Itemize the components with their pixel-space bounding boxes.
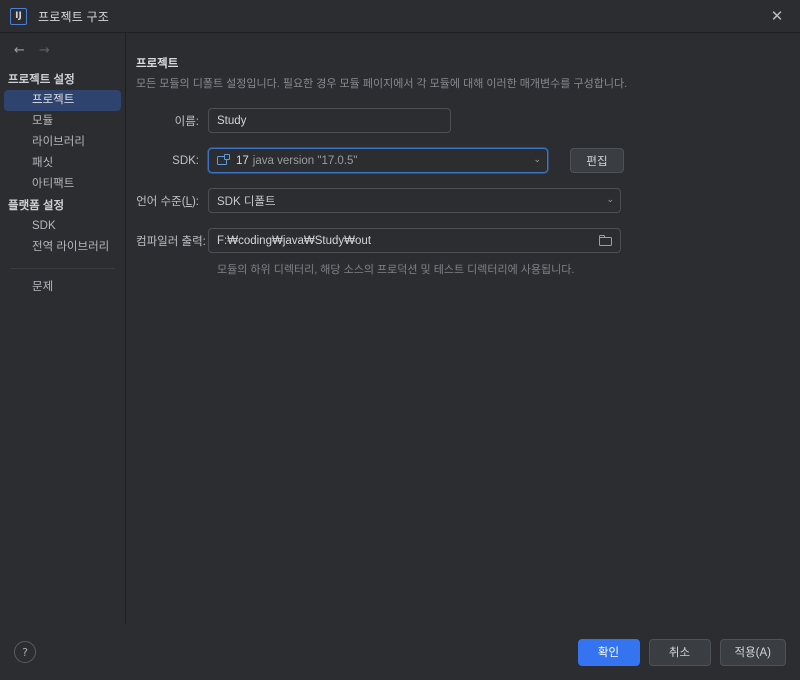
- sidebar-item-global-libraries[interactable]: 전역 라이브러리: [4, 237, 121, 258]
- compiler-output-row: 컴파일러 출력: F:₩coding₩java₩Study₩out: [136, 228, 780, 253]
- edit-sdk-button[interactable]: 편집: [570, 148, 624, 173]
- page-title: 프로젝트: [136, 55, 780, 71]
- sidebar-group-platform-settings: 플랫폼 설정: [0, 195, 125, 216]
- name-input[interactable]: Study: [208, 108, 451, 133]
- window-title: 프로젝트 구조: [38, 8, 109, 25]
- dialog-footer: ? 확인 취소 적용(A): [0, 624, 800, 680]
- compiler-output-value: F:₩coding₩java₩Study₩out: [217, 235, 371, 247]
- language-level-dropdown[interactable]: SDK 디폴트 ⌄: [208, 188, 621, 213]
- sidebar-group-project-settings: 프로젝트 설정: [0, 69, 125, 90]
- sidebar-item-problems[interactable]: 문제: [4, 277, 121, 298]
- folder-icon[interactable]: [599, 235, 612, 246]
- language-level-value: SDK 디폴트: [217, 193, 276, 209]
- compiler-output-input[interactable]: F:₩coding₩java₩Study₩out: [208, 228, 621, 253]
- language-level-row: 언어 수준(L): SDK 디폴트 ⌄: [136, 188, 780, 213]
- sdk-version-number: 17: [236, 155, 249, 167]
- sdk-dropdown[interactable]: 17 java version "17.0.5" ⌄: [208, 148, 548, 173]
- name-label: 이름:: [136, 113, 208, 129]
- ok-button[interactable]: 확인: [578, 639, 640, 666]
- dialog-body: ← → 프로젝트 설정 프로젝트 모듈 라이브러리 패싯 아티팩트 플랫폼 설정…: [0, 32, 800, 624]
- sidebar-item-project[interactable]: 프로젝트: [4, 90, 121, 111]
- chevron-down-icon: ⌄: [525, 156, 541, 165]
- project-structure-dialog: IJ 프로젝트 구조 ✕ ← → 프로젝트 설정 프로젝트 모듈 라이브러리 패…: [0, 0, 800, 680]
- sidebar-item-libraries[interactable]: 라이브러리: [4, 132, 121, 153]
- compiler-output-helper-text: 모듈의 하위 디렉터리, 해당 소스의 프로덕션 및 테스트 디렉터리에 사용됩…: [217, 261, 780, 277]
- language-level-label-prefix: 언어 수준(: [136, 196, 185, 208]
- footer-button-group: 확인 취소 적용(A): [578, 639, 787, 666]
- forward-arrow-icon[interactable]: →: [39, 44, 50, 57]
- page-description: 모든 모듈의 디폴트 설정입니다. 필요한 경우 모듈 페이지에서 각 모듈에 …: [136, 77, 780, 92]
- navigation-arrows: ← →: [0, 41, 125, 69]
- title-bar: IJ 프로젝트 구조 ✕: [0, 0, 800, 32]
- sidebar: ← → 프로젝트 설정 프로젝트 모듈 라이브러리 패싯 아티팩트 플랫폼 설정…: [0, 33, 126, 624]
- sdk-row: SDK: 17 java version "17.0.5" ⌄ 편집: [136, 148, 780, 173]
- chevron-down-icon: ⌄: [598, 196, 614, 205]
- cancel-button[interactable]: 취소: [649, 639, 711, 666]
- app-icon-glyph: IJ: [15, 12, 22, 21]
- close-icon[interactable]: ✕: [754, 0, 800, 32]
- sidebar-item-sdks[interactable]: SDK: [4, 216, 121, 237]
- sdk-version-text: java version "17.0.5": [253, 155, 358, 167]
- sidebar-item-facets[interactable]: 패싯: [4, 153, 121, 174]
- sidebar-divider: [10, 268, 115, 269]
- language-level-label: 언어 수준(L):: [136, 193, 208, 209]
- compiler-output-label: 컴파일러 출력:: [136, 233, 208, 249]
- sidebar-item-modules[interactable]: 모듈: [4, 111, 121, 132]
- intellij-idea-icon: IJ: [10, 8, 27, 25]
- name-row: 이름: Study: [136, 108, 780, 133]
- main-content: 프로젝트 모든 모듈의 디폴트 설정입니다. 필요한 경우 모듈 페이지에서 각…: [126, 33, 800, 624]
- sdk-label: SDK:: [136, 155, 208, 167]
- sidebar-item-artifacts[interactable]: 아티팩트: [4, 174, 121, 195]
- language-level-label-suffix: ):: [192, 196, 199, 208]
- jdk-icon: [217, 154, 230, 167]
- help-button[interactable]: ?: [14, 641, 36, 663]
- apply-button[interactable]: 적용(A): [720, 639, 787, 666]
- back-arrow-icon[interactable]: ←: [14, 44, 25, 57]
